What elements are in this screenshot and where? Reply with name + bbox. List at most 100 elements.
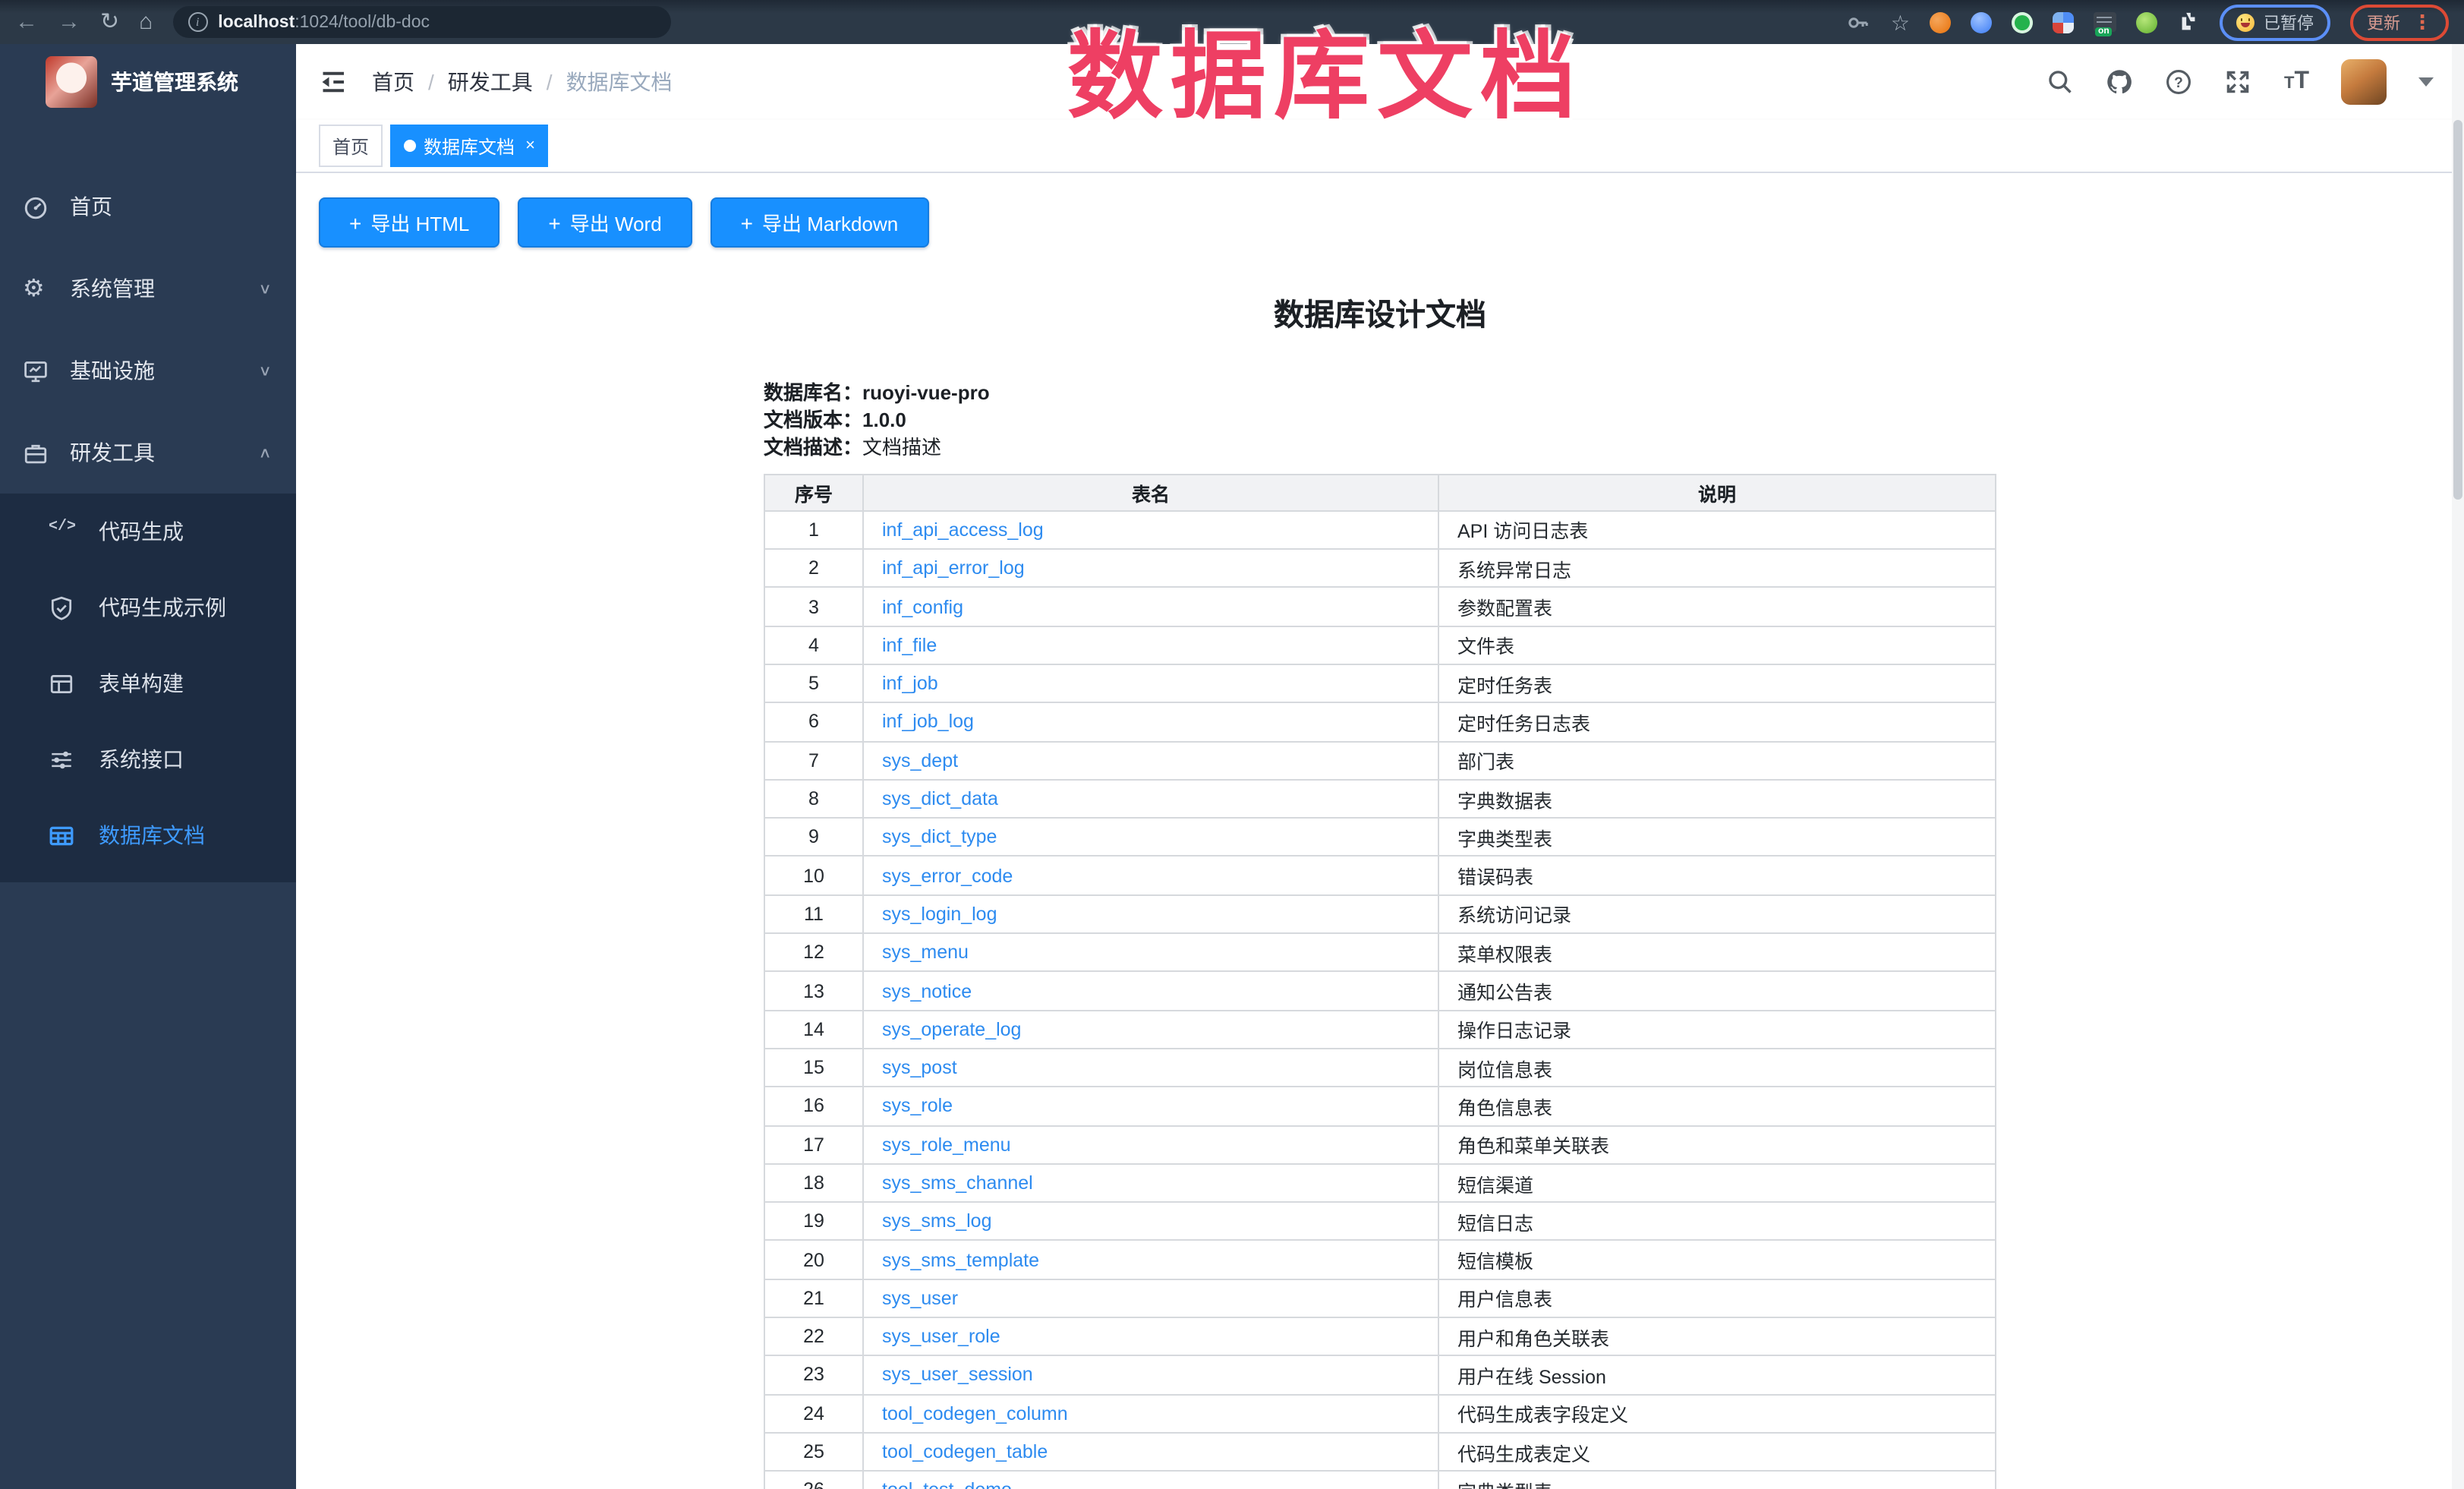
table-name-link[interactable]: inf_file	[882, 635, 937, 656]
row-index: 23	[764, 1356, 863, 1395]
sidebar-menu: 首页 ⚙ 系统管理 ∨ 基础设施 ∨ 研发工具 ∧	[0, 166, 296, 882]
table-name-link[interactable]: tool_codegen_table	[882, 1441, 1048, 1462]
tag-db-doc[interactable]: 数据库文档 ×	[390, 125, 549, 167]
meta-db-name: 数据库名：ruoyi-vue-pro	[764, 380, 1996, 407]
sidebar-item-devtools[interactable]: 研发工具 ∧	[0, 412, 296, 494]
sidebar-item-api[interactable]: 系统接口	[0, 721, 296, 797]
export-html-button[interactable]: + 导出 HTML	[319, 197, 499, 248]
font-size-icon[interactable]: TT	[2284, 68, 2309, 96]
tag-label: 数据库文档	[424, 133, 515, 159]
home-icon[interactable]: ⌂	[139, 11, 153, 33]
export-markdown-button[interactable]: + 导出 Markdown	[711, 197, 929, 248]
table-name-link[interactable]: sys_login_log	[882, 904, 997, 925]
table-name-link[interactable]: sys_error_code	[882, 865, 1013, 886]
annotation-overlay-text: 数据库文档	[1067, 0, 1583, 138]
logo-row[interactable]: 芋道管理系统	[0, 44, 296, 120]
dashboard-icon	[23, 194, 49, 219]
table-row: 4 inf_file 文件表	[764, 626, 1996, 664]
sidebar-item-codegen[interactable]: </> 代码生成	[0, 494, 296, 569]
address-bar[interactable]: i localhost:1024/tool/db-doc	[172, 6, 670, 38]
table-row: 16 sys_role 角色信息表	[764, 1087, 1996, 1126]
table-name-link[interactable]: sys_user_session	[882, 1364, 1033, 1386]
url-text: localhost:1024/tool/db-doc	[218, 13, 430, 31]
extension-blue-icon[interactable]	[1971, 11, 1992, 33]
table-name-cell: sys_user	[863, 1279, 1438, 1318]
back-icon[interactable]: ←	[15, 11, 38, 33]
table-name-link[interactable]: sys_operate_log	[882, 1019, 1021, 1040]
table-desc-cell: 系统异常日志	[1438, 549, 1996, 588]
table-row: 3 inf_config 参数配置表	[764, 588, 1996, 626]
search-icon[interactable]	[2047, 68, 2075, 96]
table-name-link[interactable]: sys_user	[882, 1288, 958, 1309]
key-icon[interactable]	[1847, 10, 1871, 34]
sidebar-item-db-doc[interactable]: 数据库文档	[0, 797, 296, 873]
tag-home[interactable]: 首页	[319, 125, 383, 167]
main-panel: 首页 / 研发工具 / 数据库文档 ? TT 首页	[296, 44, 2464, 1489]
extension-green-check-icon[interactable]	[2012, 11, 2033, 33]
user-avatar[interactable]	[2341, 59, 2387, 105]
reload-icon[interactable]: ↻	[100, 11, 119, 33]
table-name-link[interactable]: tool_codegen_column	[882, 1403, 1068, 1424]
paused-chip[interactable]: 已暂停	[2220, 4, 2330, 40]
table-name-link[interactable]: sys_role_menu	[882, 1134, 1011, 1155]
extension-orange-icon[interactable]	[1930, 11, 1951, 33]
table-name-link[interactable]: inf_job_log	[882, 711, 974, 733]
breadcrumb-separator: /	[547, 70, 553, 94]
extension-tampermonkey-icon[interactable]: on	[2094, 12, 2116, 32]
sidebar-item-system[interactable]: ⚙ 系统管理 ∨	[0, 248, 296, 330]
extension-sprout-icon[interactable]	[2136, 11, 2157, 33]
table-desc-cell: 字典类型表	[1438, 1471, 1996, 1489]
extensions-puzzle-icon[interactable]	[2177, 11, 2200, 33]
extension-grid-icon[interactable]	[2053, 11, 2074, 33]
table-desc-cell: 定时任务表	[1438, 664, 1996, 703]
table-name-link[interactable]: inf_api_access_log	[882, 519, 1044, 541]
update-chip[interactable]: 更新 ⋮	[2350, 4, 2449, 40]
table-name-link[interactable]: sys_notice	[882, 980, 972, 1002]
table-name-link[interactable]: sys_sms_channel	[882, 1172, 1033, 1194]
table-name-link[interactable]: sys_dict_data	[882, 788, 998, 809]
sidebar-item-infra[interactable]: 基础设施 ∨	[0, 330, 296, 412]
sidebar-item-home[interactable]: 首页	[0, 166, 296, 248]
caret-down-icon[interactable]	[2418, 77, 2434, 87]
table-name-link[interactable]: sys_user_role	[882, 1326, 1000, 1347]
table-name-link[interactable]: sys_role	[882, 1096, 953, 1117]
page-scrollbar[interactable]	[2452, 44, 2464, 1489]
page-root: ← → ↻ ⌂ i localhost:1024/tool/db-doc ☆ o…	[0, 0, 2464, 1489]
table-name-link[interactable]: sys_dept	[882, 749, 958, 771]
browser-menu-icon[interactable]: ⋮	[2412, 10, 2432, 34]
breadcrumb-devtools[interactable]: 研发工具	[448, 67, 533, 97]
sidebar-item-codegen-demo[interactable]: 代码生成示例	[0, 569, 296, 645]
row-index: 7	[764, 741, 863, 780]
col-header-desc: 说明	[1438, 475, 1996, 511]
table-name-link[interactable]: inf_job	[882, 673, 938, 694]
table-name-link[interactable]: inf_config	[882, 596, 963, 617]
export-word-button[interactable]: + 导出 Word	[518, 197, 692, 248]
table-name-link[interactable]: sys_sms_log	[882, 1211, 992, 1232]
form-icon	[49, 670, 74, 696]
app-frame: 芋道管理系统 首页 ⚙ 系统管理 ∨ 基础设施 ∨	[0, 44, 2464, 1489]
bookmark-star-icon[interactable]: ☆	[1891, 11, 1910, 33]
forward-icon[interactable]: →	[58, 11, 80, 33]
sidebar-item-form-builder[interactable]: 表单构建	[0, 645, 296, 721]
table-name-link[interactable]: sys_menu	[882, 942, 969, 963]
plus-icon: +	[548, 210, 560, 235]
github-icon[interactable]	[2106, 68, 2134, 96]
fullscreen-icon[interactable]	[2225, 68, 2252, 96]
row-index: 14	[764, 1010, 863, 1049]
table-name-link[interactable]: sys_post	[882, 1057, 957, 1078]
table-name-link[interactable]: inf_api_error_log	[882, 558, 1025, 579]
table-name-link[interactable]: tool_test_demo	[882, 1480, 1012, 1489]
table-name-link[interactable]: sys_sms_template	[882, 1249, 1039, 1270]
site-info-icon[interactable]: i	[187, 12, 207, 32]
table-desc-cell: 短信模板	[1438, 1241, 1996, 1279]
sidebar-item-label: 系统管理	[70, 273, 155, 304]
chevron-down-icon: ∨	[258, 280, 272, 297]
table-name-link[interactable]: sys_dict_type	[882, 827, 997, 848]
table-name-cell: tool_codegen_column	[863, 1394, 1438, 1433]
close-icon[interactable]: ×	[525, 137, 535, 155]
breadcrumb-home[interactable]: 首页	[372, 67, 414, 97]
help-icon[interactable]: ?	[2166, 68, 2193, 96]
table-name-cell: inf_job	[863, 664, 1438, 703]
collapse-sidebar-icon[interactable]	[317, 67, 348, 97]
scrollbar-thumb[interactable]	[2453, 120, 2462, 500]
